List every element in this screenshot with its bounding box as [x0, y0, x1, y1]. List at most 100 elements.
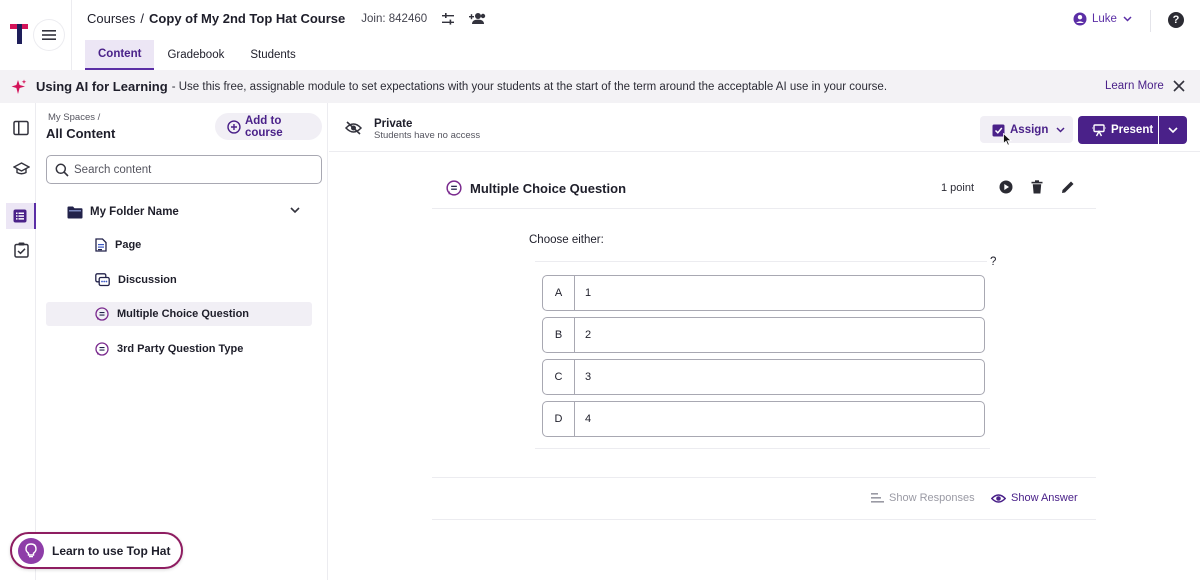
- join-code: Join: 842460: [361, 12, 428, 25]
- answer-option-a[interactable]: A 1: [542, 275, 985, 311]
- top-header: Courses / Copy of My 2nd Top Hat Course …: [0, 0, 1200, 70]
- tree-item-third-party[interactable]: 3rd Party Question Type: [46, 337, 312, 361]
- assign-label: Assign: [1010, 123, 1049, 136]
- add-to-course-button[interactable]: Add to course: [215, 113, 322, 140]
- pencil-icon: [1062, 181, 1074, 193]
- answer-help-mark: ?: [990, 256, 997, 268]
- user-menu[interactable]: Luke: [1073, 12, 1132, 26]
- delete-button[interactable]: [1031, 180, 1043, 194]
- question-header: Multiple Choice Question 1 point: [432, 167, 1096, 209]
- option-letter: B: [543, 318, 575, 352]
- rail-assignments[interactable]: [6, 237, 36, 263]
- breadcrumb-courses[interactable]: Courses: [87, 11, 135, 26]
- tab-students[interactable]: Students: [237, 40, 308, 70]
- assign-button[interactable]: Assign: [980, 116, 1073, 143]
- option-value: 3: [585, 371, 592, 383]
- show-answer-label: Show Answer: [1011, 492, 1078, 504]
- search-input[interactable]: [74, 163, 304, 176]
- discussion-icon: [95, 273, 110, 287]
- option-letter: D: [543, 402, 575, 436]
- my-spaces-breadcrumb[interactable]: My Spaces /: [48, 112, 100, 123]
- question-icon: [446, 180, 462, 196]
- answer-option-c[interactable]: C 3: [542, 359, 985, 395]
- show-responses-button[interactable]: Show Responses: [871, 492, 975, 504]
- question-points: 1 point: [941, 182, 975, 194]
- checklist-icon: [13, 242, 29, 258]
- option-value: 1: [585, 287, 592, 299]
- header-divider: [71, 0, 72, 70]
- rail-courses[interactable]: [6, 156, 36, 182]
- privacy-status: Private: [374, 118, 413, 130]
- ai-banner: Using AI for Learning - Use this free, a…: [0, 70, 1200, 103]
- tree-item-page[interactable]: Page: [46, 233, 312, 257]
- plus-circle-icon: [227, 119, 241, 134]
- present-icon: [1092, 123, 1106, 136]
- tree-item-label: Multiple Choice Question: [117, 308, 250, 320]
- answer-option-d[interactable]: D 4: [542, 401, 985, 437]
- hamburger-icon: [42, 30, 56, 40]
- chevron-down-icon: [1123, 16, 1132, 22]
- lightbulb-icon: [25, 543, 37, 558]
- cursor-icon: [1003, 133, 1012, 146]
- learn-more-link[interactable]: Learn More: [1105, 80, 1164, 92]
- eye-icon: [991, 493, 1006, 503]
- question-title: Multiple Choice Question: [470, 181, 627, 196]
- prompt-divider: [535, 261, 987, 262]
- search-icon: [55, 163, 69, 177]
- course-settings-button[interactable]: [441, 12, 455, 26]
- manage-people-button[interactable]: [469, 12, 486, 25]
- user-circle-icon: [1073, 12, 1087, 26]
- left-rail: [0, 103, 36, 580]
- eye-off-icon: [345, 121, 362, 135]
- help-icon[interactable]: ?: [1168, 12, 1184, 28]
- close-icon: [1173, 80, 1185, 92]
- edit-button[interactable]: [1061, 180, 1075, 194]
- privacy-subtitle: Students have no access: [374, 130, 481, 141]
- user-name: Luke: [1092, 13, 1117, 25]
- chevron-down-icon[interactable]: [290, 207, 300, 214]
- tree-item-label: Discussion: [118, 274, 177, 286]
- learn-top-hat-label: Learn to use Top Hat: [52, 543, 171, 558]
- play-icon: [999, 180, 1013, 194]
- banner-title: Using AI for Learning: [36, 79, 168, 94]
- lightbulb-badge: [18, 537, 44, 564]
- card-footer-divider-bottom: [432, 519, 1096, 520]
- present-button[interactable]: Present: [1078, 116, 1158, 144]
- present-options-button[interactable]: [1159, 116, 1187, 144]
- preview-button[interactable]: [999, 180, 1013, 194]
- present-label: Present: [1111, 124, 1154, 136]
- tab-content[interactable]: Content: [85, 40, 155, 70]
- content-sidebar: My Spaces / All Content Add to course My…: [37, 103, 328, 580]
- sliders-icon: [442, 12, 455, 25]
- card-footer-divider-top: [432, 477, 1096, 478]
- folder-row[interactable]: My Folder Name: [67, 202, 307, 222]
- learn-top-hat-button[interactable]: Learn to use Top Hat: [10, 532, 183, 569]
- option-value: 2: [585, 329, 592, 341]
- chevron-down-icon: [1168, 126, 1178, 133]
- panel-toggle-icon: [13, 120, 29, 136]
- tree-item-label: 3rd Party Question Type: [117, 343, 244, 355]
- question-prompt: Choose either:: [529, 234, 604, 246]
- option-letter: C: [543, 360, 575, 394]
- list-icon: [13, 209, 27, 223]
- banner-close-button[interactable]: [1173, 80, 1185, 92]
- hamburger-menu-button[interactable]: [34, 20, 64, 50]
- tree-item-discussion[interactable]: Discussion: [46, 268, 312, 292]
- tab-gradebook[interactable]: Gradebook: [154, 40, 237, 70]
- chevron-down-icon: [1056, 126, 1065, 133]
- rail-panel-toggle[interactable]: [6, 115, 36, 141]
- trash-icon: [1031, 180, 1043, 194]
- search-box: [46, 155, 322, 184]
- add-to-course-label: Add to course: [244, 114, 283, 139]
- tophat-logo-icon[interactable]: [10, 24, 28, 44]
- show-answer-button[interactable]: Show Answer: [991, 492, 1078, 504]
- tree-item-multiple-choice[interactable]: Multiple Choice Question: [46, 302, 312, 326]
- folder-name: My Folder Name: [90, 206, 179, 218]
- sidebar-title: All Content: [46, 126, 116, 141]
- answer-option-b[interactable]: B 2: [542, 317, 985, 353]
- option-value: 4: [585, 413, 592, 425]
- add-people-icon: [469, 13, 486, 24]
- rail-content[interactable]: [6, 203, 36, 229]
- sparkle-icon: [11, 79, 27, 94]
- bars-icon: [871, 493, 884, 503]
